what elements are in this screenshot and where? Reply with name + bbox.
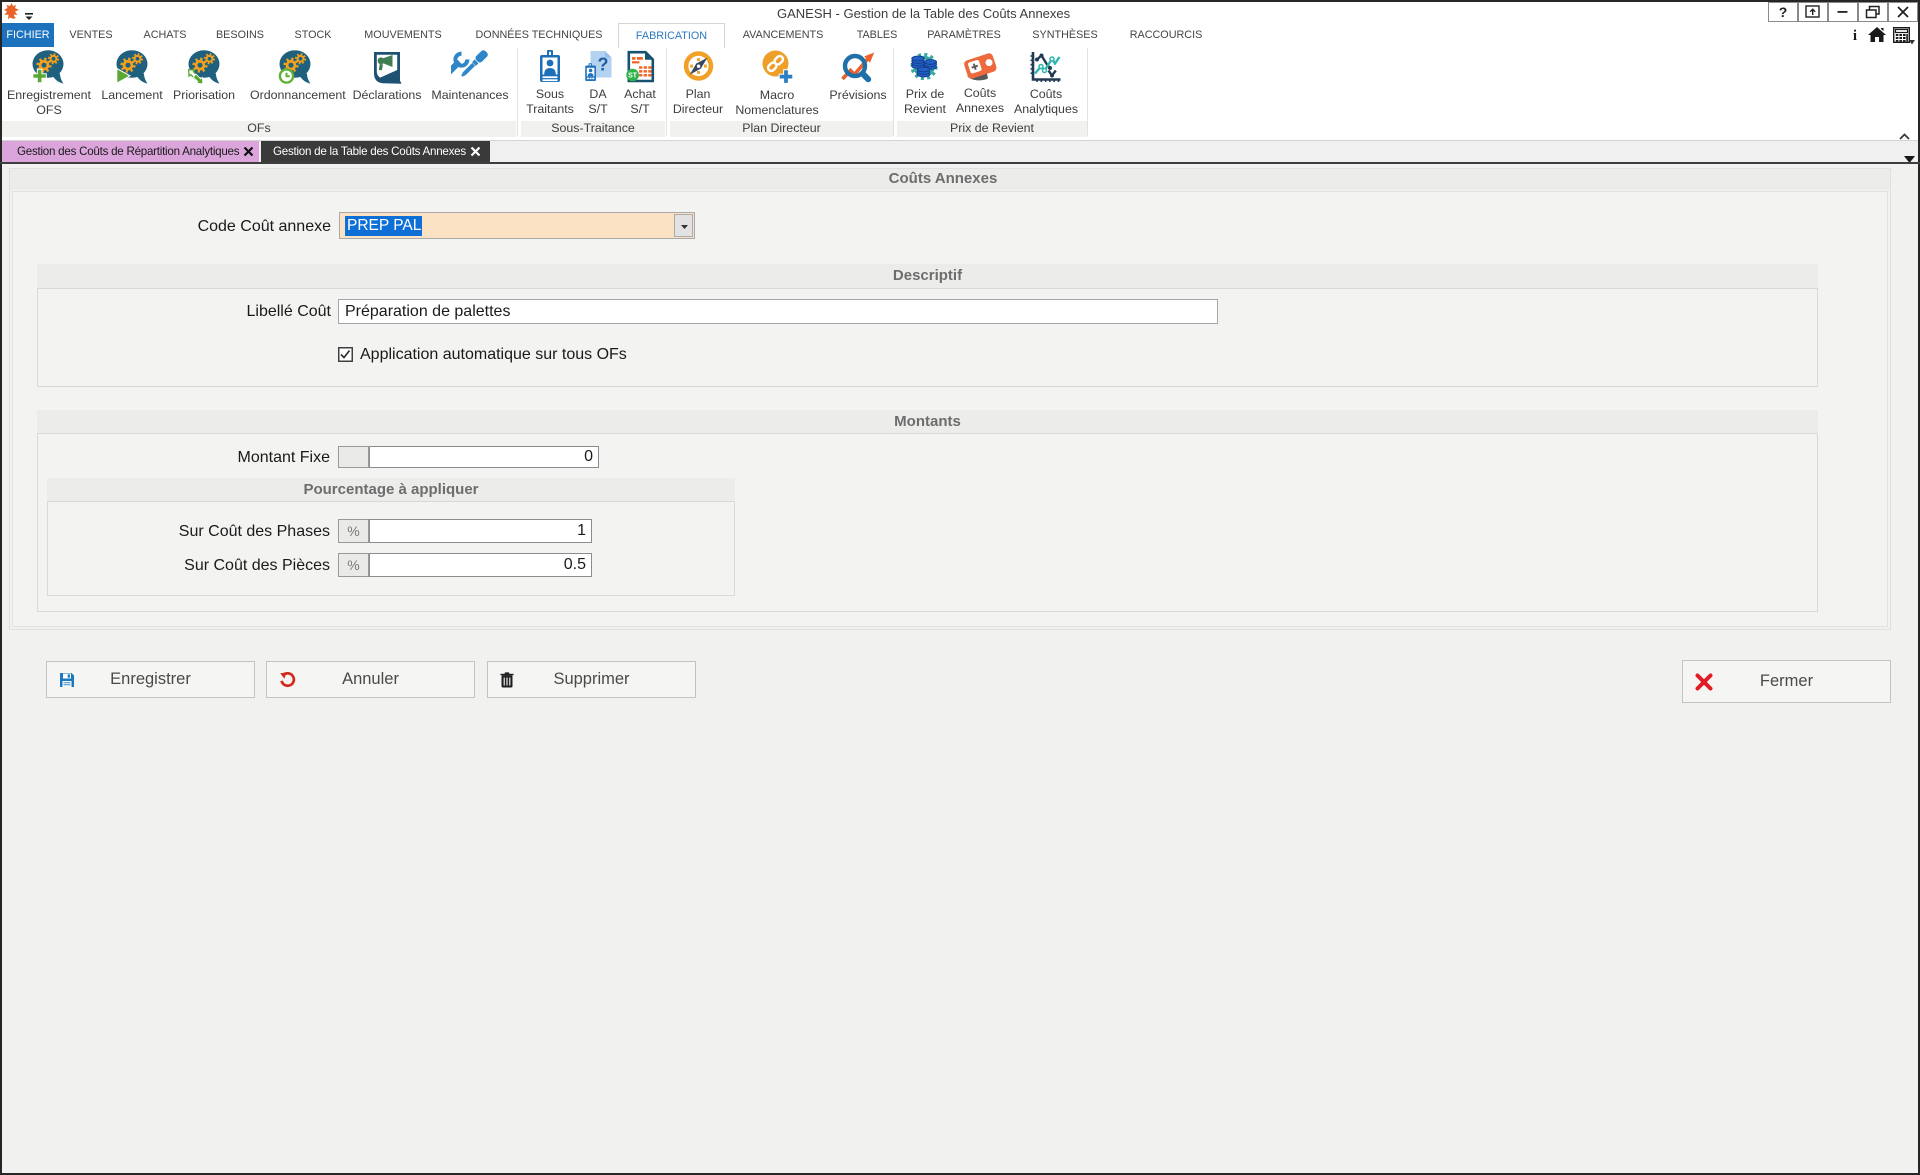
svg-text:?: ? [598, 55, 609, 75]
svg-text:?: ? [1779, 5, 1788, 19]
svg-text:i: i [1853, 28, 1857, 44]
svg-text:ST: ST [628, 73, 638, 80]
